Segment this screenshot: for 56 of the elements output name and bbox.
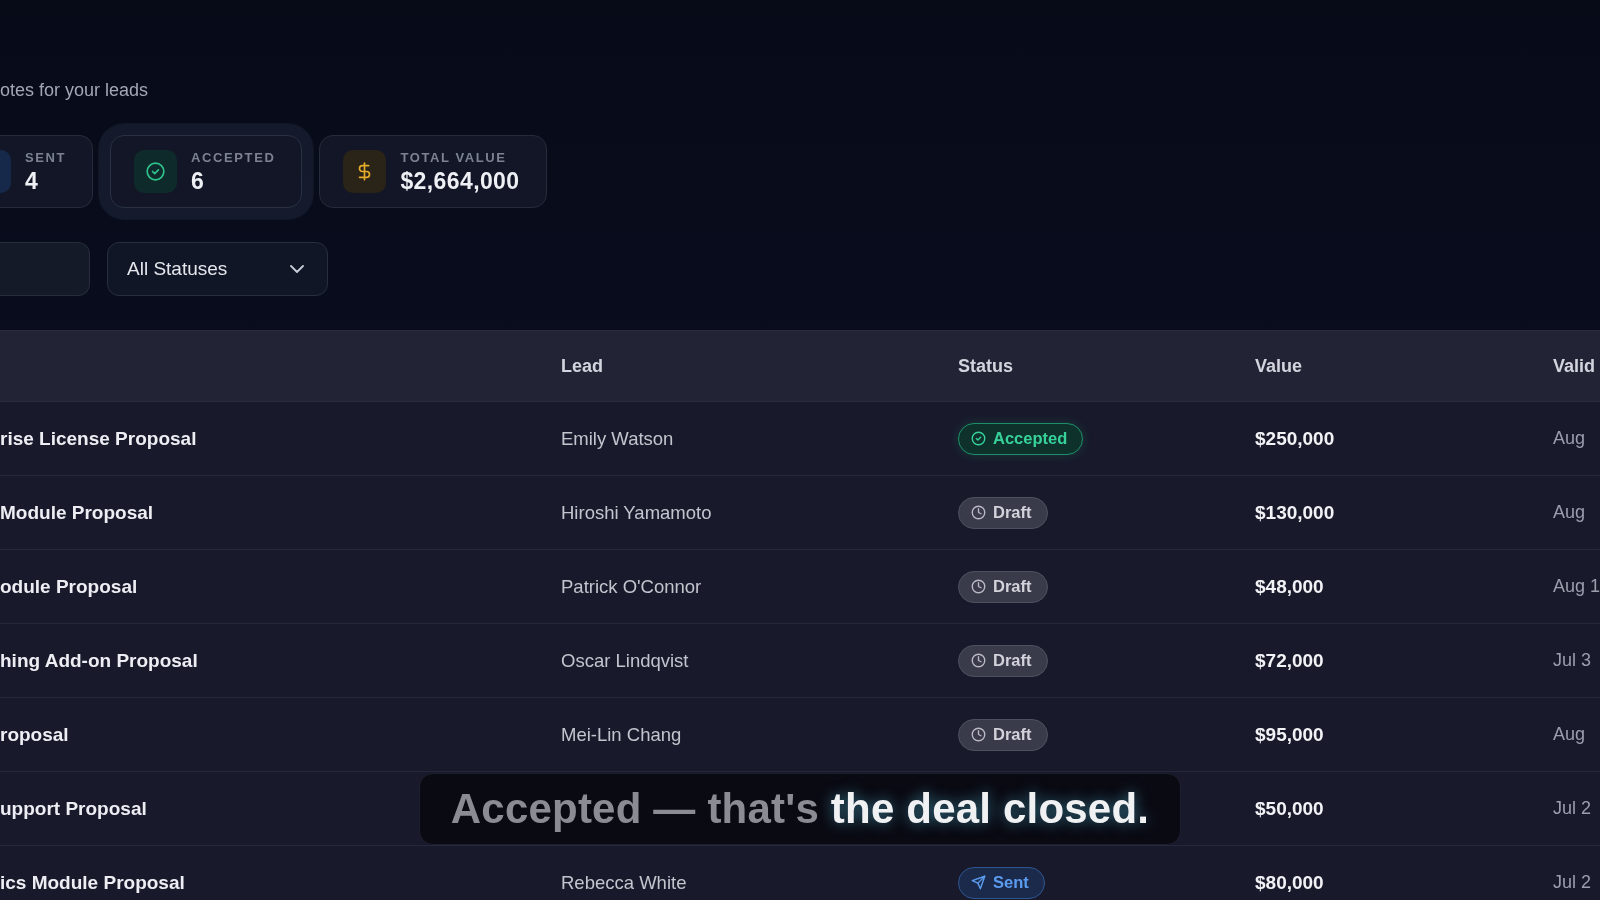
valid-date: Aug 1 <box>1553 576 1600 597</box>
status-badge: Accepted <box>958 422 1084 455</box>
valid-date: Aug <box>1553 502 1586 523</box>
stat-value: $2,664,000 <box>400 167 520 194</box>
input-field[interactable] <box>0 242 90 296</box>
clock-icon <box>971 579 986 594</box>
column-header: Value <box>1255 355 1303 377</box>
quote-value: $250,000 <box>1255 427 1335 450</box>
clock-icon <box>971 653 986 668</box>
dollar-icon <box>343 150 387 193</box>
quote-value: $48,000 <box>1255 575 1324 598</box>
lead-name: Oscar Lindqvist <box>561 649 689 672</box>
lead-name: Patrick O'Connor <box>561 575 702 598</box>
caption-text: Accepted — that's the deal closed. <box>450 785 1150 833</box>
chevron-down-icon <box>290 265 304 273</box>
column-header: Status <box>958 355 1013 377</box>
quote-value: $130,000 <box>1255 501 1335 524</box>
status-badge: Draft <box>958 718 1048 751</box>
status-badge: Draft <box>958 496 1048 529</box>
stat-value: 6 <box>191 167 205 194</box>
quote-title: upport Proposal <box>0 797 147 820</box>
stat-label: ACCEPTED <box>191 149 276 166</box>
clock-icon <box>971 727 986 742</box>
quote-title: roposal <box>0 723 69 746</box>
lead-name: Rebecca White <box>561 871 687 894</box>
column-header: Lead <box>561 355 603 377</box>
check-circle-icon <box>971 431 986 446</box>
quote-title: odule Proposal <box>0 575 138 598</box>
valid-date: Jul 2 <box>1553 872 1592 893</box>
quote-title: ics Module Proposal <box>0 871 185 894</box>
status-dropdown[interactable]: All Statuses <box>107 242 328 296</box>
quote-title: hing Add-on Proposal <box>0 649 198 672</box>
status-badge: Draft <box>958 570 1048 603</box>
valid-date: Aug <box>1553 428 1586 449</box>
quote-value: $50,000 <box>1255 797 1324 820</box>
send-icon <box>971 875 986 890</box>
quote-value: $95,000 <box>1255 723 1324 746</box>
quote-title: Module Proposal <box>0 501 154 524</box>
lead-name: Mei-Lin Chang <box>561 723 682 746</box>
stat-label: SENT <box>25 149 67 166</box>
stat-value: 4 <box>25 167 39 194</box>
lead-name: Hiroshi Yamamoto <box>561 501 712 524</box>
clock-icon <box>971 505 986 520</box>
valid-date: Jul 2 <box>1553 798 1592 819</box>
status-badge: Sent <box>958 866 1045 899</box>
quote-value: $72,000 <box>1255 649 1324 672</box>
lead-name: Emily Watson <box>561 427 674 450</box>
valid-date: Jul 3 <box>1553 650 1592 671</box>
quote-value: $80,000 <box>1255 871 1324 894</box>
tile-icon <box>0 150 11 193</box>
quote-title: rise License Proposal <box>0 427 197 450</box>
page-subtitle: otes for your leads <box>0 79 149 102</box>
valid-date: Aug <box>1553 724 1586 745</box>
stat-label: TOTAL VALUE <box>400 149 507 166</box>
column-header: Valid <box>1553 355 1596 377</box>
status-badge: Draft <box>958 644 1048 677</box>
